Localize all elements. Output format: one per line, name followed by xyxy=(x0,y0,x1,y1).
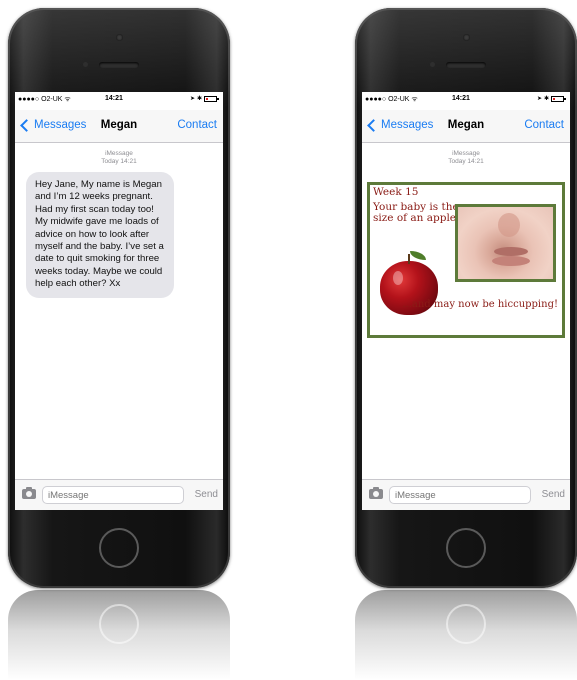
timestamp-time: Today 14:21 xyxy=(448,158,484,165)
reflection-home-ring xyxy=(446,604,486,644)
phone-right-reflection xyxy=(355,590,577,680)
screen-left: ●●●●○ O2-UK ᯤ 14:21 ➤ ✱ Messages Megan C… xyxy=(15,92,223,510)
compose-bar: Send xyxy=(15,479,223,510)
status-bar: ●●●●○ O2-UK ᯤ 14:21 ➤ ✱ xyxy=(362,95,570,105)
timestamp-time: Today 14:21 xyxy=(101,158,137,165)
proximity-sensor xyxy=(83,62,88,67)
card-week-label: Week 15 xyxy=(373,186,419,198)
earpiece-speaker xyxy=(446,62,486,68)
status-time: 14:21 xyxy=(105,95,123,102)
apple-leaf xyxy=(410,251,426,260)
send-button[interactable]: Send xyxy=(195,489,218,500)
timestamp-service: iMessage xyxy=(452,150,480,157)
phone-left-reflection xyxy=(8,590,230,680)
photo-upper-lip xyxy=(494,247,528,256)
front-camera xyxy=(116,34,123,41)
camera-icon[interactable] xyxy=(22,487,36,499)
status-time: 14:21 xyxy=(452,95,470,102)
photo-nose-shape xyxy=(498,213,520,237)
contact-button[interactable]: Contact xyxy=(177,119,217,131)
camera-icon[interactable] xyxy=(369,487,383,499)
phone-right: ●●●●○ O2-UK ᯤ 14:21 ➤ ✱ Messages Megan C… xyxy=(355,8,577,588)
card-hiccup-text: ...and may now be hiccupping! xyxy=(402,299,558,310)
incoming-message-bubble[interactable]: Hey Jane, My name is Megan and I’m 12 we… xyxy=(26,172,174,298)
status-icons: ➤ ✱ xyxy=(536,95,566,102)
nav-bar: Messages Megan Contact xyxy=(362,110,570,143)
proximity-sensor xyxy=(430,62,435,67)
front-camera xyxy=(463,34,470,41)
carrier-label: ●●●●○ O2-UK ᯤ xyxy=(18,96,71,103)
earpiece-speaker xyxy=(99,62,139,68)
battery-icon xyxy=(204,95,219,102)
battery-icon xyxy=(551,95,566,102)
pregnancy-week-card[interactable]: Week 15 Your baby is the size of an appl… xyxy=(367,182,565,338)
send-button[interactable]: Send xyxy=(542,489,565,500)
status-icons: ➤ ✱ xyxy=(189,95,219,102)
reflection-home-ring xyxy=(99,604,139,644)
compose-bar: Send xyxy=(362,479,570,510)
contact-button[interactable]: Contact xyxy=(524,119,564,131)
screen-right: ●●●●○ O2-UK ᯤ 14:21 ➤ ✱ Messages Megan C… xyxy=(362,92,570,510)
location-icon: ➤ xyxy=(536,96,542,102)
message-input[interactable] xyxy=(389,486,531,504)
message-input[interactable] xyxy=(42,486,184,504)
bluetooth-icon: ✱ xyxy=(196,96,202,102)
carrier-label: ●●●●○ O2-UK ᯤ xyxy=(365,96,418,103)
home-button[interactable] xyxy=(99,528,139,568)
nav-bar: Messages Megan Contact xyxy=(15,110,223,143)
location-icon: ➤ xyxy=(189,96,195,102)
photo-lower-lip xyxy=(492,256,530,266)
phone-left: ●●●●○ O2-UK ᯤ 14:21 ➤ ✱ Messages Megan C… xyxy=(8,8,230,588)
baby-face-photo xyxy=(455,204,556,282)
status-bar: ●●●●○ O2-UK ᯤ 14:21 ➤ ✱ xyxy=(15,95,223,105)
home-button[interactable] xyxy=(446,528,486,568)
card-size-text: Your baby is the size of an apple xyxy=(373,201,459,224)
message-timestamp: iMessage Today 14:21 xyxy=(362,150,570,166)
apple-stem xyxy=(408,254,410,264)
message-timestamp: iMessage Today 14:21 xyxy=(15,150,223,166)
timestamp-service: iMessage xyxy=(105,150,133,157)
bluetooth-icon: ✱ xyxy=(543,96,549,102)
